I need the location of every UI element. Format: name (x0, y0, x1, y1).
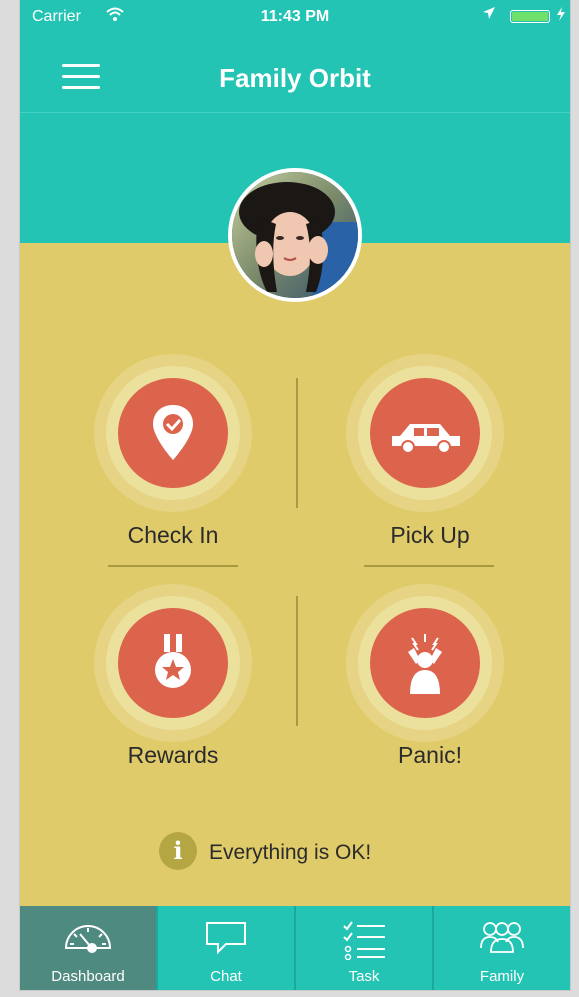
car-icon (392, 424, 460, 454)
app-title: Family Orbit (219, 63, 371, 93)
panic-button-halo (346, 584, 504, 742)
divider-check-in (108, 565, 238, 567)
profile-avatar[interactable] (228, 168, 362, 302)
location-arrow-icon (482, 6, 496, 24)
app-screen: Carrier 11:43 PM Family Orbit Check In P… (20, 0, 570, 990)
location-check-icon (153, 405, 193, 460)
tab-chat-label: Chat (210, 968, 242, 985)
tab-family-label: Family (479, 968, 525, 985)
pick-up-label: Pick Up (390, 522, 470, 548)
check-in-button-halo (94, 354, 252, 512)
rewards-button[interactable] (118, 608, 228, 718)
status-bar: Carrier 11:43 PM (20, 0, 570, 36)
tab-dashboard[interactable]: Dashboard (20, 906, 158, 990)
tab-bar: Dashboard Chat Task Family (20, 906, 570, 990)
divider-vertical-top (296, 378, 298, 508)
tab-chat[interactable]: Chat (158, 906, 296, 990)
tab-task[interactable]: Task (296, 906, 434, 990)
tab-task-label: Task (348, 968, 380, 985)
tab-dashboard-label: Dashboard (51, 968, 125, 985)
check-in-button[interactable] (118, 378, 228, 488)
medal-icon (155, 634, 191, 688)
chat-bubble-icon (206, 922, 246, 955)
info-icon: i (159, 832, 197, 870)
divider-pick-up (364, 565, 494, 567)
divider-vertical-bottom (296, 596, 298, 726)
tab-family[interactable]: Family (434, 906, 570, 990)
panic-label: Panic! (398, 742, 462, 768)
check-in-label: Check In (127, 522, 219, 548)
rewards-label: Rewards (127, 742, 219, 768)
nav-bar: Family Orbit (20, 36, 570, 113)
rewards-button-halo (94, 584, 252, 742)
battery-icon (510, 10, 550, 23)
pick-up-button[interactable] (370, 378, 480, 488)
charging-icon (556, 7, 566, 24)
people-icon (480, 922, 524, 953)
status-text: Everything is OK! (209, 841, 372, 864)
checklist-icon (343, 921, 385, 960)
pick-up-button-halo (346, 354, 504, 512)
panic-button[interactable] (370, 608, 480, 718)
panic-person-icon (408, 634, 442, 694)
status-message: i Everything is OK! (20, 832, 570, 872)
speedometer-icon (64, 925, 112, 953)
